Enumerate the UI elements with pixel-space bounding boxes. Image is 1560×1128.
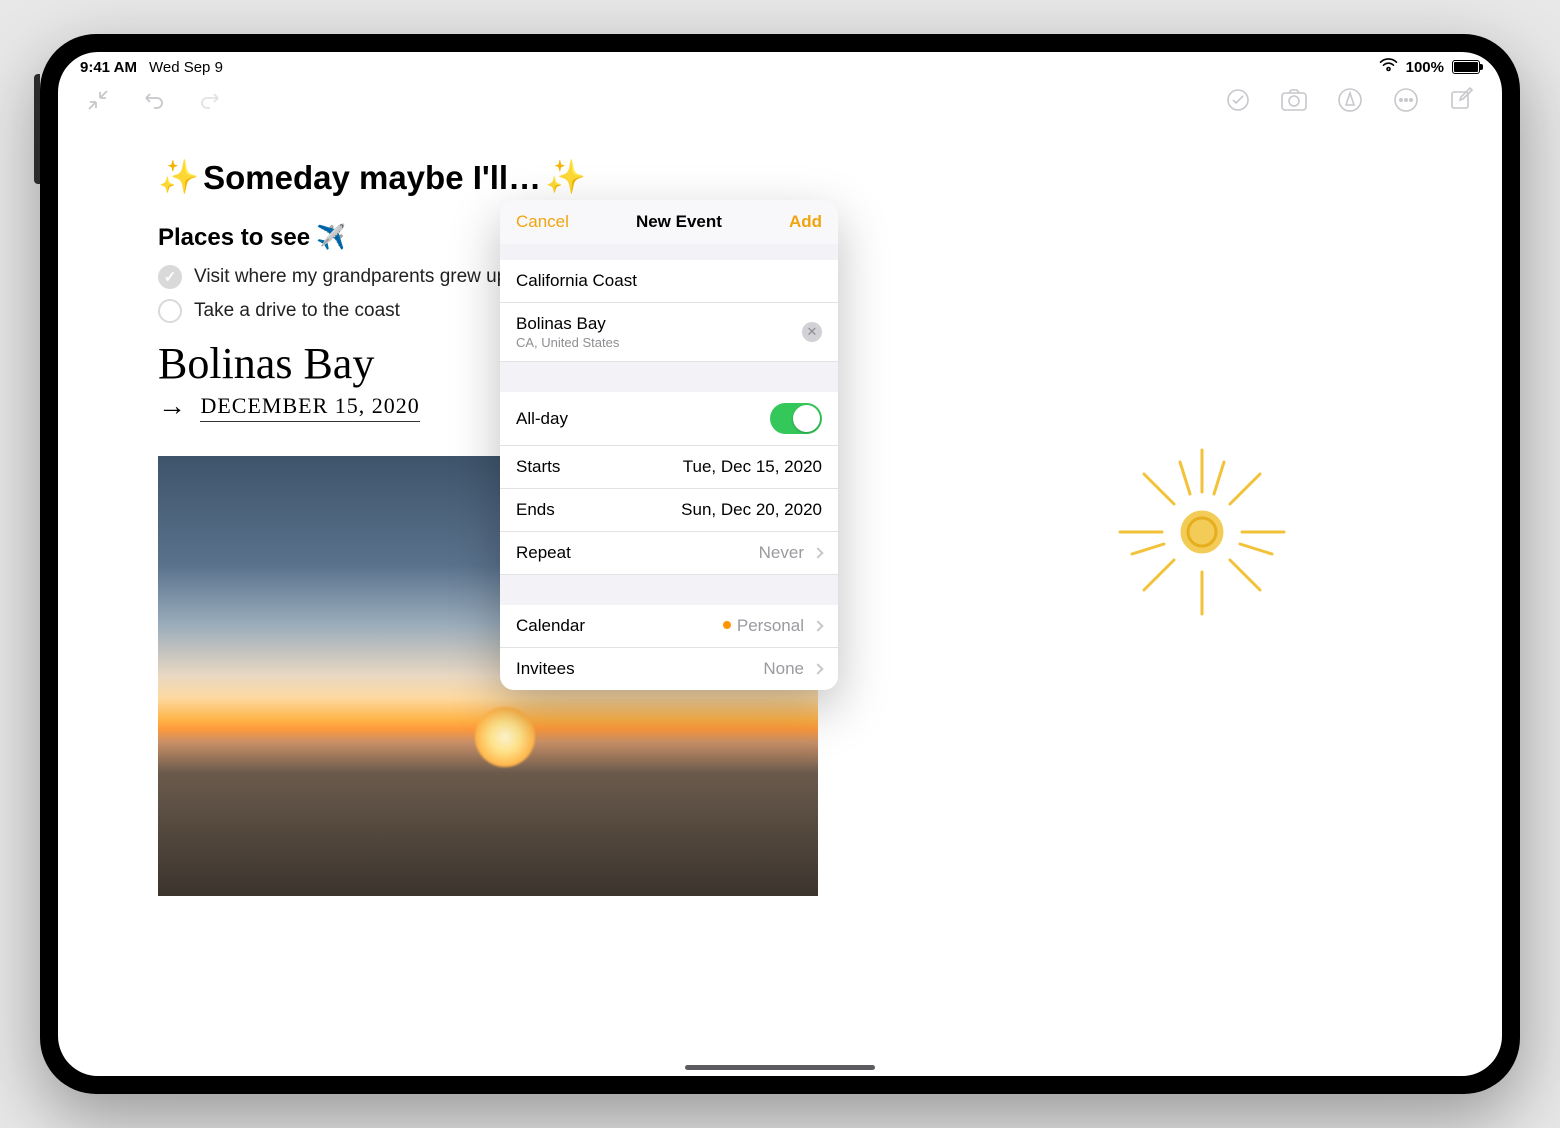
checklist-item-label: Take a drive to the coast bbox=[194, 300, 400, 322]
sparkle-icon: ✨ bbox=[158, 158, 199, 197]
event-location-sub: CA, United States bbox=[516, 335, 619, 350]
cancel-button[interactable]: Cancel bbox=[516, 212, 569, 232]
redo-icon[interactable] bbox=[196, 86, 224, 114]
calendar-row[interactable]: Calendar Personal bbox=[500, 605, 838, 648]
note-title-text: Someday maybe I'll… bbox=[203, 159, 541, 197]
ends-value: Sun, Dec 20, 2020 bbox=[681, 500, 822, 520]
ends-row[interactable]: Ends Sun, Dec 20, 2020 bbox=[500, 489, 838, 532]
all-day-label: All-day bbox=[516, 409, 568, 429]
compose-icon[interactable] bbox=[1448, 86, 1476, 114]
status-time: 9:41 AM bbox=[80, 59, 137, 76]
home-indicator[interactable] bbox=[685, 1065, 875, 1070]
checklist-icon[interactable] bbox=[1224, 86, 1252, 114]
sparkle-icon: ✨ bbox=[545, 158, 586, 197]
repeat-label: Repeat bbox=[516, 543, 571, 563]
status-bar: 9:41 AM Wed Sep 9 100% bbox=[58, 52, 1502, 76]
event-title-text: California Coast bbox=[516, 271, 637, 291]
starts-row[interactable]: Starts Tue, Dec 15, 2020 bbox=[500, 446, 838, 489]
more-icon[interactable] bbox=[1392, 86, 1420, 114]
chevron-right-icon bbox=[812, 547, 823, 558]
all-day-toggle[interactable] bbox=[770, 403, 822, 434]
notes-toolbar bbox=[58, 76, 1502, 122]
all-day-row: All-day bbox=[500, 392, 838, 446]
battery-icon bbox=[1452, 60, 1480, 74]
add-button[interactable]: Add bbox=[789, 212, 822, 232]
repeat-value: Never bbox=[759, 543, 804, 563]
calendar-color-dot bbox=[723, 621, 731, 629]
event-location-name: Bolinas Bay bbox=[516, 314, 619, 334]
airplane-icon: ✈️ bbox=[316, 223, 346, 252]
arrow-icon: → bbox=[158, 390, 186, 421]
repeat-row[interactable]: Repeat Never bbox=[500, 532, 838, 575]
popover-title: New Event bbox=[636, 212, 722, 232]
popover-header: Cancel New Event Add bbox=[500, 200, 838, 244]
invitees-row[interactable]: Invitees None bbox=[500, 648, 838, 690]
status-date: Wed Sep 9 bbox=[149, 59, 223, 76]
note-title[interactable]: ✨ Someday maybe I'll… ✨ bbox=[158, 158, 1478, 197]
ends-label: Ends bbox=[516, 500, 555, 520]
checkbox-checked-icon[interactable] bbox=[158, 265, 182, 289]
undo-icon[interactable] bbox=[140, 86, 168, 114]
chevron-right-icon bbox=[812, 663, 823, 674]
collapse-icon[interactable] bbox=[84, 86, 112, 114]
starts-label: Starts bbox=[516, 457, 560, 477]
invitees-label: Invitees bbox=[516, 659, 575, 679]
calendar-label: Calendar bbox=[516, 616, 585, 636]
clear-location-icon[interactable]: ✕ bbox=[802, 322, 822, 342]
checkbox-unchecked-icon[interactable] bbox=[158, 299, 182, 323]
handwriting-date: DECEMBER 15, 2020 bbox=[200, 393, 419, 422]
sun-doodle bbox=[1102, 432, 1302, 632]
markup-icon[interactable] bbox=[1336, 86, 1364, 114]
invitees-value: None bbox=[763, 659, 804, 679]
checklist-item-label: Visit where my grandparents grew up bbox=[194, 266, 507, 288]
new-event-popover: Cancel New Event Add California Coast Bo… bbox=[500, 200, 838, 690]
event-location-field[interactable]: Bolinas Bay CA, United States ✕ bbox=[500, 303, 838, 362]
event-title-field[interactable]: California Coast bbox=[500, 260, 838, 303]
camera-icon[interactable] bbox=[1280, 86, 1308, 114]
screen: 9:41 AM Wed Sep 9 100% bbox=[58, 52, 1502, 1076]
section-heading-text: Places to see bbox=[158, 224, 310, 252]
battery-percent: 100% bbox=[1406, 59, 1444, 76]
calendar-value: Personal bbox=[737, 616, 804, 636]
ipad-device-frame: 9:41 AM Wed Sep 9 100% bbox=[40, 34, 1520, 1094]
chevron-right-icon bbox=[812, 620, 823, 631]
wifi-icon bbox=[1379, 58, 1398, 76]
starts-value: Tue, Dec 15, 2020 bbox=[683, 457, 822, 477]
